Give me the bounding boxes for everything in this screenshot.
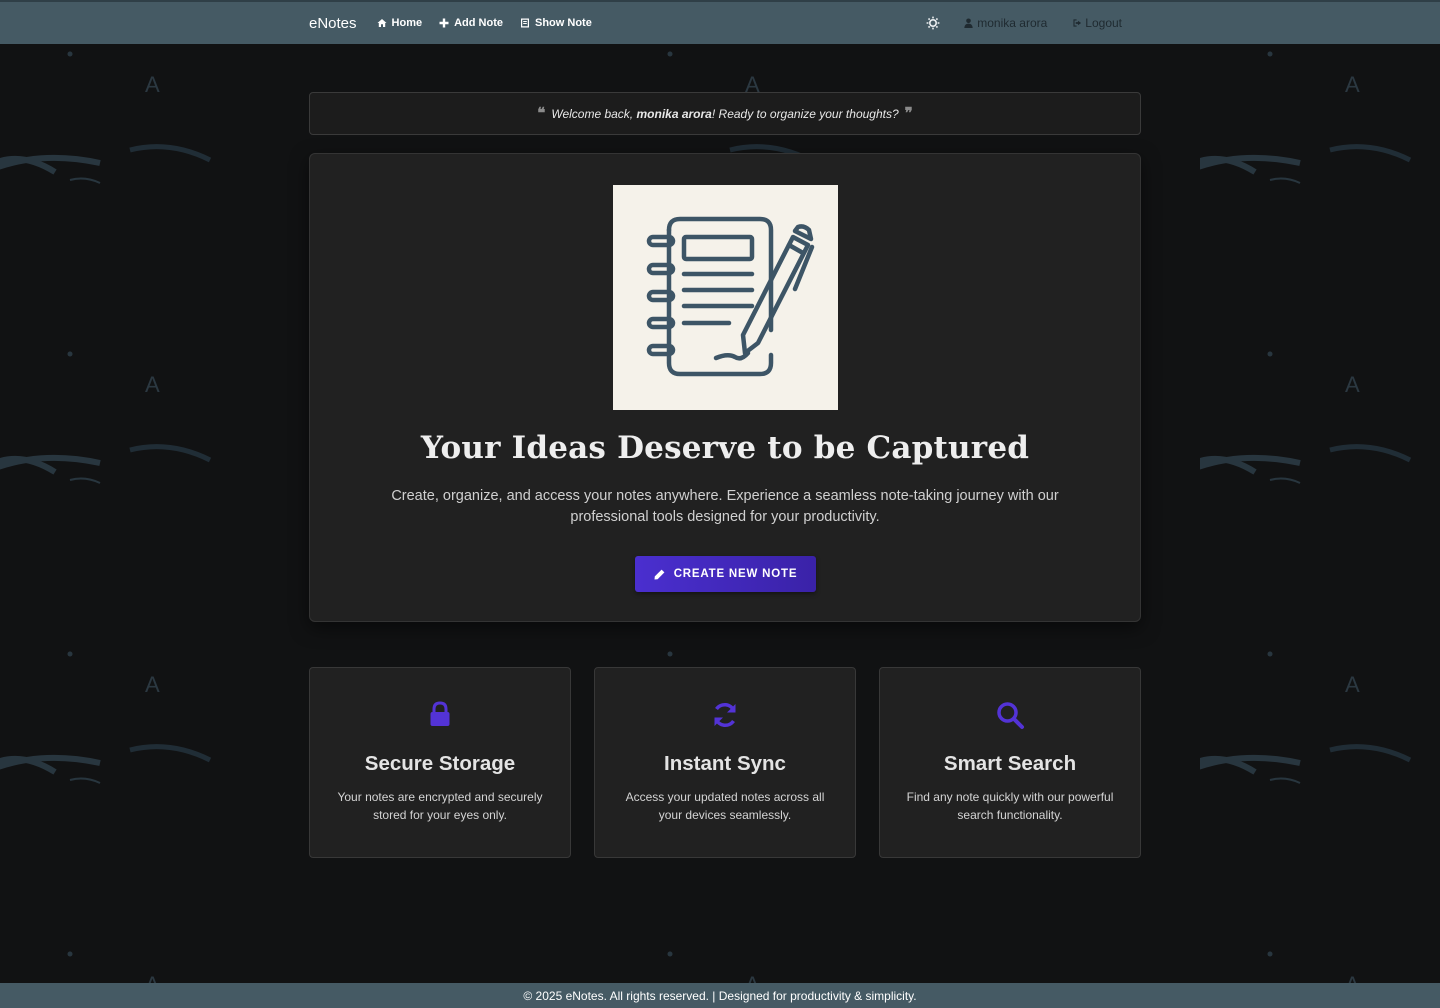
pencil-icon: [654, 569, 665, 579]
welcome-banner: ❝ Welcome back, monika arora! Ready to o…: [309, 92, 1141, 135]
feature-description: Access your updated notes across all you…: [625, 790, 825, 822]
footer: © 2025 eNotes. All rights reserved. | De…: [0, 983, 1440, 1008]
theme-toggle[interactable]: [926, 16, 940, 30]
feature-card-secure-storage: Secure Storage Your notes are encrypted …: [309, 667, 571, 858]
notebook-pencil-illustration: [646, 216, 815, 377]
navbar: eNotes Home Add Note Show Note monika ar…: [0, 0, 1440, 44]
create-new-note-label: CREATE NEW NOTE: [673, 568, 798, 580]
feature-title: Smart Search: [943, 752, 1077, 775]
feature-description: Find any note quickly with our powerful …: [906, 790, 1114, 822]
search-icon: [997, 702, 1024, 729]
footer-text: © 2025 eNotes. All rights reserved. | De…: [523, 988, 917, 1003]
lock-icon: [430, 701, 450, 726]
feature-title: Instant Sync: [664, 752, 786, 775]
feature-card-smart-search: Smart Search Find any note quickly with …: [879, 667, 1141, 858]
hero-title: Your Ideas Deserve to be Captured: [420, 430, 1030, 466]
user-menu[interactable]: monika arora: [964, 16, 1047, 30]
welcome-message: Welcome back, monika arora! Ready to org…: [551, 107, 898, 121]
hero-subtitle: Create, organize, and access your notes …: [391, 488, 1059, 525]
plus-icon: [439, 18, 449, 28]
logout-label: Logout: [1085, 16, 1122, 30]
nav-home-label: Home: [391, 17, 423, 29]
nav-add-note-label: Add Note: [454, 17, 503, 29]
sun-icon: [926, 16, 940, 30]
home-icon: [377, 19, 387, 27]
document-icon: [520, 18, 529, 28]
feature-title: Secure Storage: [364, 752, 516, 775]
nav-show-note-label: Show Note: [534, 17, 592, 29]
nav-home[interactable]: Home: [377, 17, 423, 29]
sync-icon: [714, 702, 736, 728]
brand-logo[interactable]: eNotes: [309, 15, 357, 32]
notebook-illustration: [613, 185, 838, 410]
quote-left-icon: ❝: [537, 104, 546, 122]
hero-card: Your Ideas Deserve to be Captured Create…: [309, 153, 1141, 622]
create-new-note-button[interactable]: CREATE NEW NOTE: [635, 556, 816, 592]
user-icon: [964, 18, 973, 28]
user-name: monika arora: [977, 16, 1048, 30]
welcome-username: monika arora: [636, 106, 712, 121]
quote-right-icon: ❞: [904, 104, 913, 122]
nav-add-note[interactable]: Add Note: [439, 17, 503, 29]
sign-out-icon: [1073, 19, 1082, 27]
nav-show-note[interactable]: Show Note: [520, 17, 592, 29]
feature-card-instant-sync: Instant Sync Access your updated notes a…: [594, 667, 856, 858]
welcome-suffix: ! Ready to organize your thoughts?: [711, 106, 899, 121]
feature-description: Your notes are encrypted and securely st…: [337, 790, 543, 822]
logout-link[interactable]: Logout: [1073, 16, 1122, 30]
welcome-prefix: Welcome back,: [551, 106, 637, 121]
